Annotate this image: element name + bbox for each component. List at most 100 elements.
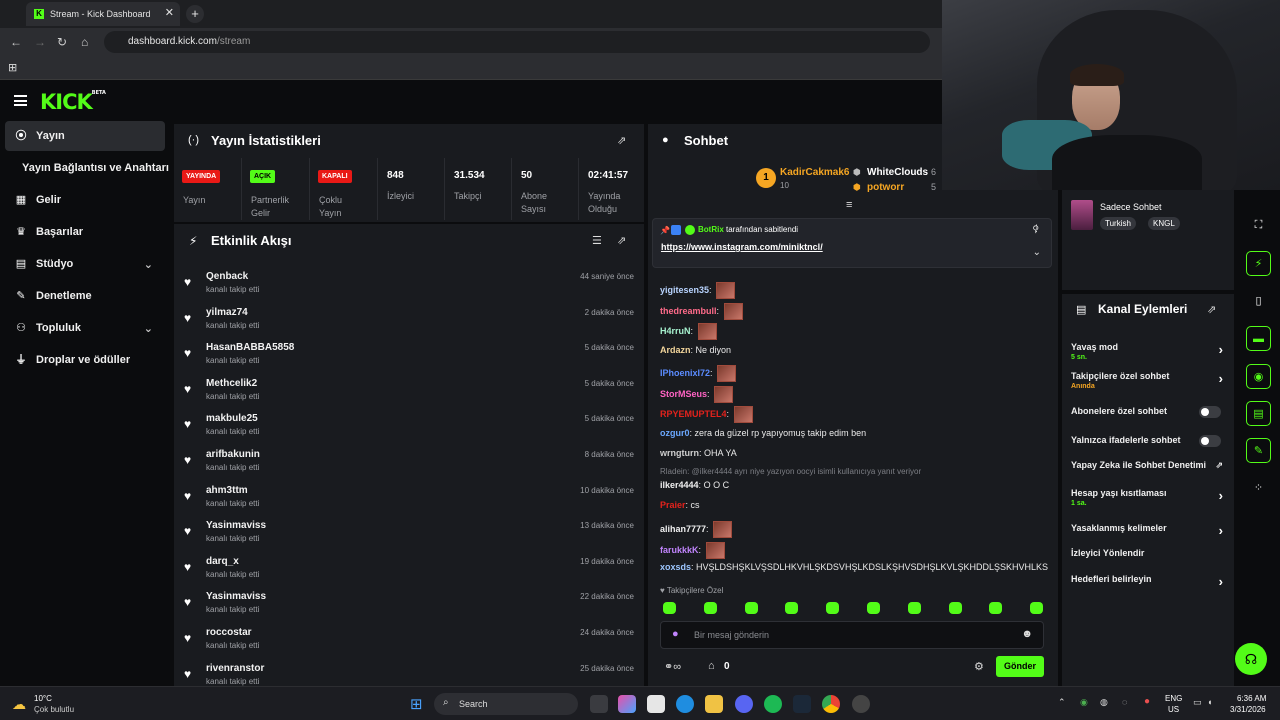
signal-icon[interactable]: ◉ xyxy=(1246,364,1271,389)
chat-username[interactable]: thedreambull xyxy=(660,306,717,316)
emote-button[interactable] xyxy=(785,602,799,614)
volume-icon[interactable]: ◖ xyxy=(1207,697,1212,707)
tag-chip[interactable]: Turkish xyxy=(1100,217,1136,230)
clock-date[interactable]: 3/31/2026 xyxy=(1230,705,1266,714)
chat-username[interactable]: Praier xyxy=(660,500,686,510)
channel-action-item[interactable]: Hesap yaşı kısıtlaması 1 sa. › xyxy=(1071,488,1231,507)
menu-icon[interactable] xyxy=(14,95,27,106)
folder-icon[interactable] xyxy=(705,695,723,713)
sidebar-item-basarilar[interactable]: ♛ Başarılar xyxy=(5,217,165,247)
toggle-switch[interactable] xyxy=(1199,406,1221,418)
toggle-switch[interactable] xyxy=(1199,435,1221,447)
emote-button[interactable] xyxy=(989,602,1003,614)
channel-action-item[interactable]: Takipçilere özel sohbet Anında › xyxy=(1071,371,1231,390)
chat-username[interactable]: yigitesen35 xyxy=(660,285,709,295)
close-tab-icon[interactable]: ✕ xyxy=(165,6,174,19)
activity-user[interactable]: Yasinmaviss xyxy=(206,520,266,531)
channel-action-item[interactable]: Abonelere özel sohbet xyxy=(1071,406,1231,418)
forward-icon[interactable]: → xyxy=(34,35,46,49)
more-icon[interactable]: ⋮ xyxy=(1032,223,1041,234)
link-icon[interactable]: ⚭∞ xyxy=(664,660,681,673)
activity-user[interactable]: Qenback xyxy=(206,271,248,282)
clock-time[interactable]: 6:36 AM xyxy=(1237,694,1266,703)
emote-button[interactable] xyxy=(744,602,758,614)
activity-user[interactable]: darq_x xyxy=(206,556,239,567)
apps-grid-icon[interactable]: ⊞ xyxy=(8,61,17,74)
chat-username[interactable]: H4rruN xyxy=(660,326,691,336)
document-icon[interactable]: ▯ xyxy=(1246,289,1271,314)
spotify-icon[interactable] xyxy=(764,695,782,713)
edge-icon[interactable] xyxy=(676,695,694,713)
browser-tab[interactable]: K Stream - Kick Dashboard ✕ xyxy=(26,2,180,26)
monitor-icon[interactable]: ▭ xyxy=(1193,697,1202,708)
top-gifter-name[interactable]: KadirCakmak6 xyxy=(780,167,849,178)
gear-icon[interactable]: ⚙ xyxy=(974,660,984,673)
chat-username[interactable]: xoxsds xyxy=(660,562,691,572)
chat-username[interactable]: IPhoenixI72 xyxy=(660,368,710,378)
send-button[interactable]: Gönder xyxy=(996,656,1044,677)
popout-icon[interactable]: ⇗ xyxy=(1207,303,1216,316)
apps-icon[interactable]: ⁘ xyxy=(1246,476,1271,501)
activity-user[interactable]: arifbakunin xyxy=(206,449,260,460)
task-view-icon[interactable] xyxy=(590,695,608,713)
channel-action-item[interactable]: Yalnızca ifadelerle sohbet xyxy=(1071,435,1231,447)
chat-username[interactable]: Ardazn xyxy=(660,345,691,355)
channel-action-item[interactable]: Yapay Zeka ile Sohbet Denetimi ⇗ xyxy=(1071,460,1231,470)
tray-mic-icon[interactable]: ● xyxy=(1144,696,1150,707)
chat-username[interactable]: ozgur0 xyxy=(660,428,690,438)
chat-username[interactable]: RPYEMUPTEL4 xyxy=(660,409,727,419)
steam-icon[interactable] xyxy=(793,695,811,713)
emoji-icon[interactable]: ☻ xyxy=(1021,628,1033,640)
activity-user[interactable]: roccostar xyxy=(206,627,252,638)
sidebar-item-topluluk[interactable]: ⚇ Topluluk ⌄ xyxy=(5,313,165,343)
sidebar-item-yayin[interactable]: ⦿ Yayın xyxy=(5,121,165,151)
tray-network-icon[interactable]: ◌ xyxy=(1122,697,1127,707)
url-field[interactable]: dashboard.kick.com/stream xyxy=(104,31,930,53)
mic-icon[interactable]: ● xyxy=(672,628,679,640)
filter-icon[interactable]: ☰ xyxy=(592,234,602,247)
discord-icon[interactable] xyxy=(735,695,753,713)
chat-username[interactable]: wrngturn xyxy=(660,448,699,458)
sidebar-item-stream-key[interactable]: Yayın Bağlantısı ve Anahtarı xyxy=(22,153,172,183)
popout-icon[interactable]: ⇗ xyxy=(617,234,626,247)
channel-action-item[interactable]: Yasaklanmış kelimeler › xyxy=(1071,523,1231,538)
windows-start-icon[interactable]: ⊞ xyxy=(410,695,423,713)
support-icon[interactable]: ☊ xyxy=(1235,643,1267,675)
channel-action-item[interactable]: İzleyici Yönlendir xyxy=(1071,548,1231,558)
wrench-icon[interactable]: ✎ xyxy=(1246,438,1271,463)
popout-icon[interactable]: ⇗ xyxy=(617,134,626,147)
kick-logo[interactable]: KICKBETA xyxy=(40,90,106,114)
activity-user[interactable]: makbule25 xyxy=(206,413,258,424)
chat-username[interactable]: alihan7777 xyxy=(660,524,706,534)
new-tab-button[interactable]: + xyxy=(186,5,204,23)
obs-icon[interactable] xyxy=(852,695,870,713)
sidebar-item-droplar[interactable]: ⏚ Droplar ve ödüller xyxy=(5,345,165,375)
emote-button[interactable] xyxy=(663,602,676,614)
emote-button[interactable] xyxy=(948,602,962,614)
sidebar-item-denetleme[interactable]: ✎ Denetleme xyxy=(5,281,165,311)
activity-user[interactable]: rivenranstor xyxy=(206,663,264,674)
emote-button[interactable] xyxy=(1030,602,1044,614)
sort-icon[interactable]: ≡ xyxy=(846,199,852,211)
tag-chip[interactable]: KNGL xyxy=(1148,217,1180,230)
activity-user[interactable]: yilmaz74 xyxy=(206,307,248,318)
reload-icon[interactable]: ↻ xyxy=(57,35,67,49)
activity-user[interactable]: HasanBABBA5858 xyxy=(206,342,294,353)
emote-button[interactable] xyxy=(703,602,717,614)
store-icon[interactable] xyxy=(647,695,665,713)
home-icon[interactable]: ⌂ xyxy=(81,35,88,49)
taskbar-search[interactable]: ⌕ Search xyxy=(434,693,578,715)
tray-lang[interactable]: ENG xyxy=(1165,694,1182,703)
chat-input[interactable]: ● Bir mesaj gönderin ☻ xyxy=(660,621,1044,649)
tray-chevron-icon[interactable]: ⌃ xyxy=(1058,697,1066,708)
chat-username[interactable]: StorMSeus xyxy=(660,389,707,399)
top-gifter-name[interactable]: WhiteClouds xyxy=(867,167,928,178)
chevron-down-icon[interactable]: ⌄ xyxy=(1033,247,1041,258)
actions-icon[interactable]: ▤ xyxy=(1246,401,1271,426)
emote-button[interactable] xyxy=(867,602,880,614)
tray-steam-icon[interactable]: ◍ xyxy=(1100,697,1108,708)
sidebar-item-gelir[interactable]: ▦ Gelir xyxy=(5,185,165,215)
sidebar-item-studyo[interactable]: ▤ Stüdyo ⌄ xyxy=(5,249,165,279)
fullscreen-icon[interactable]: ⛶ xyxy=(1246,213,1271,238)
lightning-icon[interactable]: ⚡ xyxy=(1246,251,1271,276)
